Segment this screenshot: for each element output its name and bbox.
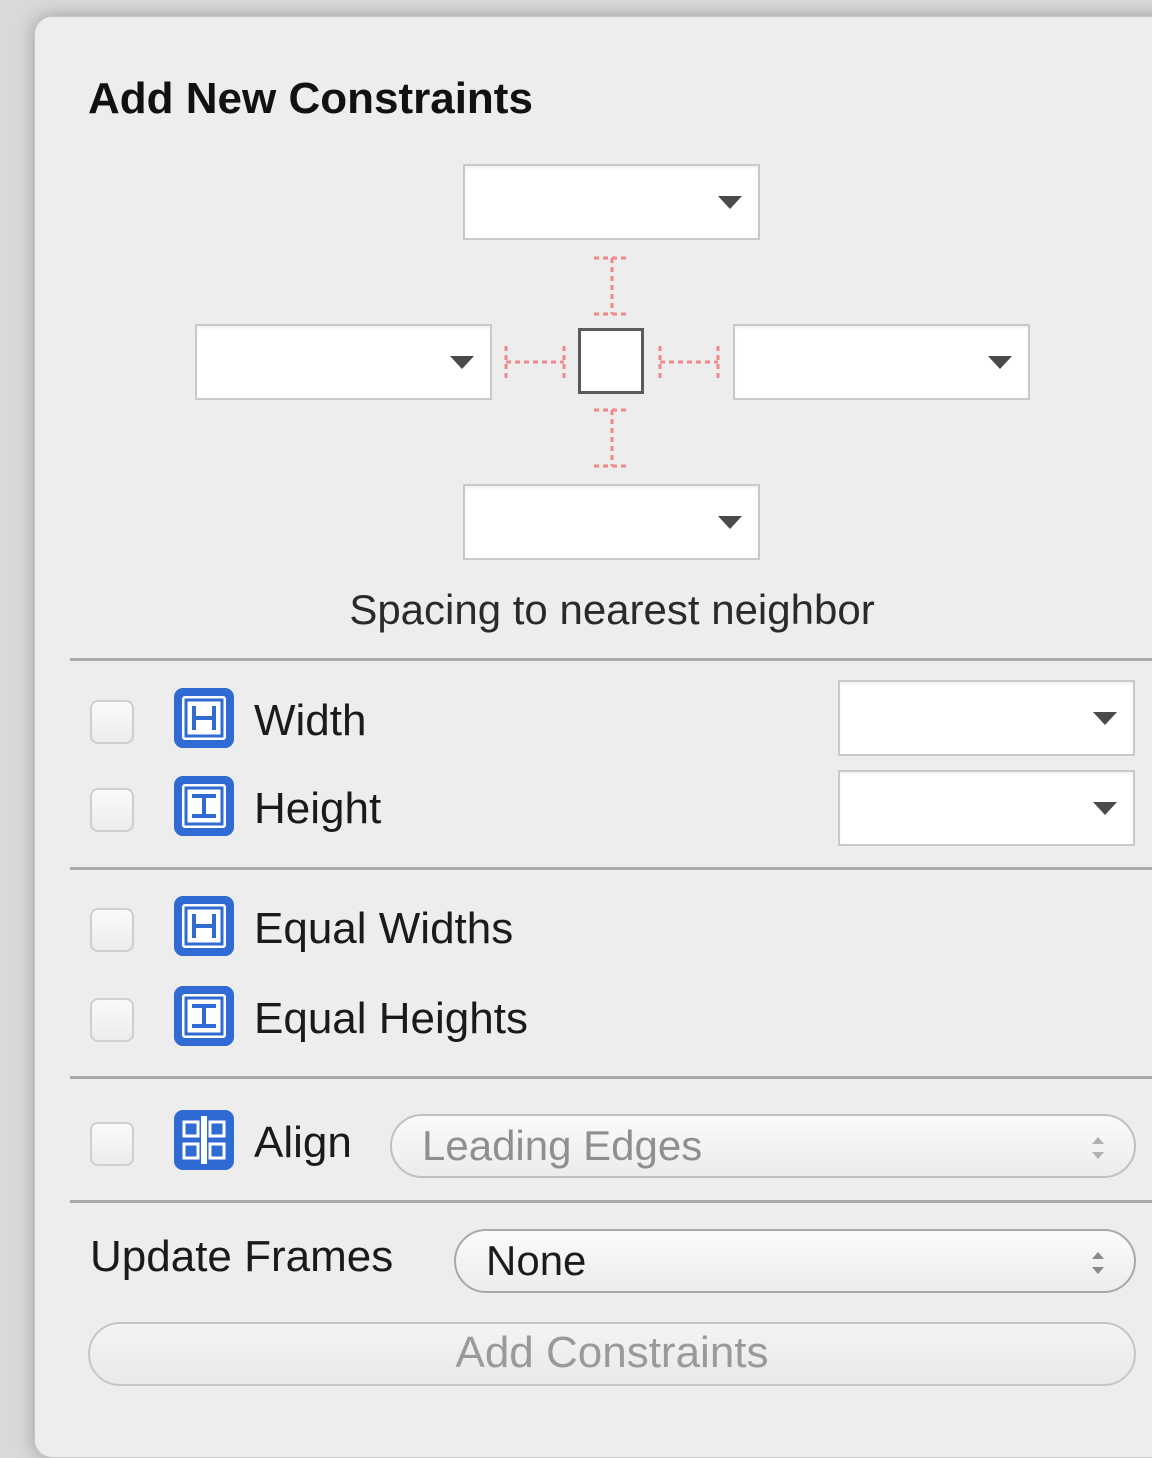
equal-widths-label: Equal Widths <box>254 904 514 953</box>
updown-chevron-icon <box>1092 1252 1104 1274</box>
divider <box>70 1076 1152 1079</box>
width-constraint-icon <box>174 688 234 748</box>
chevron-down-icon[interactable] <box>718 196 742 209</box>
align-label: Align <box>254 1118 352 1167</box>
height-checkbox[interactable] <box>90 788 134 832</box>
equal-heights-label: Equal Heights <box>254 994 528 1043</box>
top-spacing-combo[interactable] <box>463 164 760 240</box>
chevron-down-icon[interactable] <box>718 516 742 529</box>
height-constraint-icon <box>174 776 234 836</box>
equal-heights-checkbox[interactable] <box>90 998 134 1042</box>
width-checkbox[interactable] <box>90 700 134 744</box>
chevron-down-icon[interactable] <box>1093 712 1117 725</box>
align-selected: Leading Edges <box>422 1122 703 1169</box>
bottom-spacing-combo[interactable] <box>463 484 760 560</box>
updown-chevron-icon <box>1092 1137 1104 1159</box>
update-frames-label: Update Frames <box>90 1232 394 1281</box>
equal-heights-icon <box>174 986 234 1046</box>
align-icon <box>174 1110 234 1170</box>
view-preview-box <box>578 328 644 394</box>
divider <box>70 867 1152 870</box>
update-frames-selected: None <box>486 1237 587 1284</box>
leading-spacing-combo[interactable] <box>195 324 492 400</box>
align-checkbox[interactable] <box>90 1122 134 1166</box>
chevron-down-icon[interactable] <box>450 356 474 369</box>
height-label: Height <box>254 784 382 833</box>
update-frames-popup[interactable]: None <box>454 1229 1136 1293</box>
add-constraints-button[interactable]: Add Constraints <box>88 1322 1136 1386</box>
width-value-combo[interactable] <box>838 680 1135 756</box>
trailing-spacing-combo[interactable] <box>733 324 1030 400</box>
divider <box>70 1200 1152 1203</box>
height-value-combo[interactable] <box>838 770 1135 846</box>
bottom-strut-icon[interactable] <box>590 406 634 470</box>
equal-widths-icon <box>174 896 234 956</box>
leading-strut-icon[interactable] <box>502 342 568 382</box>
trailing-strut-icon[interactable] <box>656 342 722 382</box>
chevron-down-icon[interactable] <box>1093 802 1117 815</box>
top-strut-icon[interactable] <box>590 254 634 318</box>
equal-widths-checkbox[interactable] <box>90 908 134 952</box>
divider <box>70 658 1152 661</box>
align-popup[interactable]: Leading Edges <box>390 1114 1136 1178</box>
chevron-down-icon[interactable] <box>988 356 1012 369</box>
width-label: Width <box>254 696 367 745</box>
spacing-caption: Spacing to nearest neighbor <box>349 586 875 633</box>
popover-title: Add New Constraints <box>88 74 533 123</box>
